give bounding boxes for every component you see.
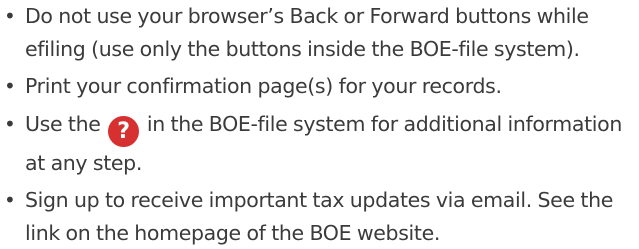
tip-help-text-before: Use the [25, 111, 101, 136]
tip-signup-text: Sign up to receive important tax updates… [25, 188, 613, 245]
tip-back-forward: • Do not use your browser’s Back or Forw… [0, 0, 639, 65]
bullet: • [4, 4, 16, 28]
tip-print: • Print your confirmation page(s) for yo… [0, 70, 639, 103]
tip-help: • Use the ? in the BOE-file system for a… [0, 108, 639, 180]
bullet: • [4, 74, 16, 98]
tip-back-forward-text: Do not use your browser’s Back or Forwar… [25, 4, 589, 61]
tip-signup: • Sign up to receive important tax updat… [0, 184, 639, 249]
bullet: • [4, 111, 16, 136]
tips-list: • Do not use your browser’s Back or Forw… [0, 0, 639, 249]
help-icon: ? [108, 115, 140, 147]
tip-print-text: Print your confirmation page(s) for your… [25, 74, 502, 98]
bullet: • [4, 188, 16, 212]
